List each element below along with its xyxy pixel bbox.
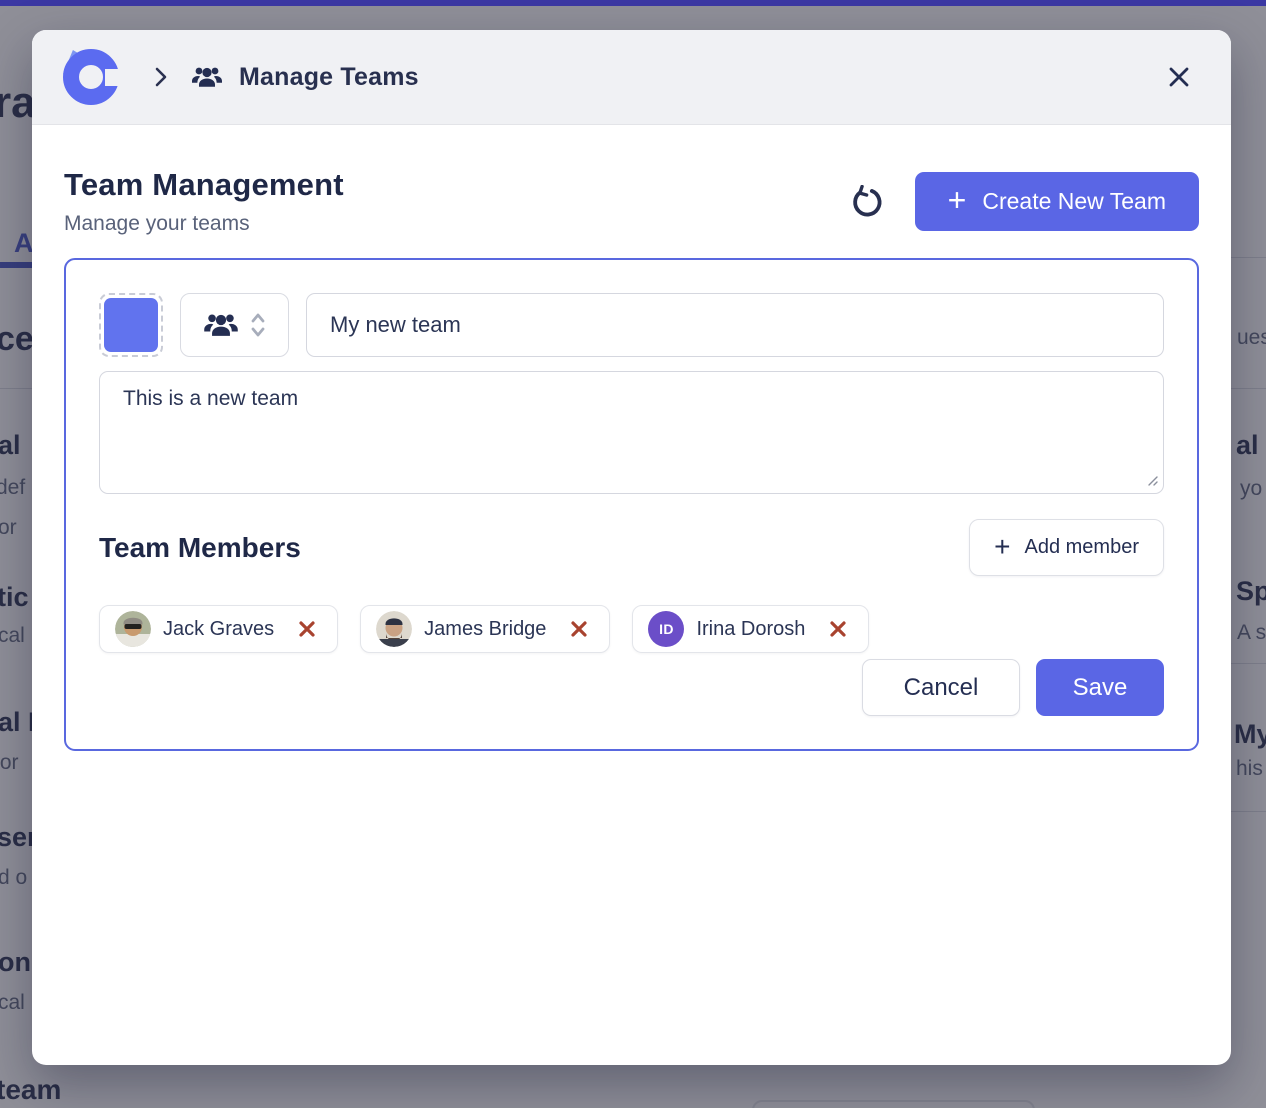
close-icon (1165, 63, 1193, 91)
form-actions-row: Cancel Save (99, 659, 1164, 716)
logo-notch (105, 69, 125, 86)
member-chip: Jack Graves (99, 605, 338, 653)
refresh-icon (849, 185, 883, 219)
member-name: Jack Graves (163, 618, 274, 641)
team-members-row: Team Members + Add member (99, 519, 1164, 576)
team-icon-select[interactable] (180, 293, 289, 357)
team-color-swatch-fill (104, 298, 158, 352)
member-chip: James Bridge (360, 605, 610, 653)
modal-body: Team Management Manage your teams + Crea… (32, 125, 1231, 751)
app-logo (62, 48, 120, 106)
close-button[interactable] (1157, 55, 1201, 99)
member-name: Irina Dorosh (696, 618, 805, 641)
remove-member-button[interactable] (295, 617, 319, 641)
remove-member-button[interactable] (826, 617, 850, 641)
page-subtitle: Manage your teams (64, 212, 344, 236)
member-chip: ID Irina Dorosh (632, 605, 869, 653)
team-members-heading: Team Members (99, 532, 301, 564)
member-name: James Bridge (424, 618, 546, 641)
x-icon (828, 619, 848, 639)
modal-header: Manage Teams (32, 30, 1231, 125)
team-color-swatch[interactable] (99, 293, 163, 357)
member-chips-row: Jack Graves (99, 605, 1164, 653)
x-icon (297, 619, 317, 639)
cancel-button[interactable]: Cancel (862, 659, 1020, 716)
title-row: Team Management Manage your teams + Crea… (64, 167, 1199, 236)
plus-icon: + (994, 533, 1010, 561)
title-actions: + Create New Team (845, 172, 1199, 231)
avatar (376, 611, 412, 647)
add-member-button[interactable]: + Add member (969, 519, 1164, 576)
chevron-right-icon (154, 65, 168, 89)
manage-teams-modal: Manage Teams Team Management Manage your… (32, 30, 1231, 1065)
save-button[interactable]: Save (1036, 659, 1164, 716)
plus-icon: + (948, 184, 967, 216)
initials-avatar: ID (648, 611, 684, 647)
team-form-card: This is a new team Team Members + Add me… (64, 258, 1199, 751)
users-icon (202, 310, 240, 340)
refresh-button[interactable] (845, 181, 887, 223)
create-new-team-button[interactable]: + Create New Team (915, 172, 1199, 231)
users-icon (190, 64, 224, 90)
add-member-label: Add member (1025, 536, 1140, 559)
team-identity-row (99, 293, 1164, 357)
team-description-wrap: This is a new team (99, 371, 1164, 499)
breadcrumb-title: Manage Teams (239, 63, 419, 92)
team-description-textarea[interactable]: This is a new team (99, 371, 1164, 494)
page-title: Team Management (64, 167, 344, 203)
remove-member-button[interactable] (567, 617, 591, 641)
team-name-input[interactable] (306, 293, 1164, 357)
select-chevrons-icon (249, 311, 267, 339)
x-icon (569, 619, 589, 639)
page-top-accent-bar (0, 0, 1266, 6)
create-new-team-label: Create New Team (982, 188, 1166, 215)
avatar (115, 611, 151, 647)
title-block: Team Management Manage your teams (64, 167, 344, 236)
